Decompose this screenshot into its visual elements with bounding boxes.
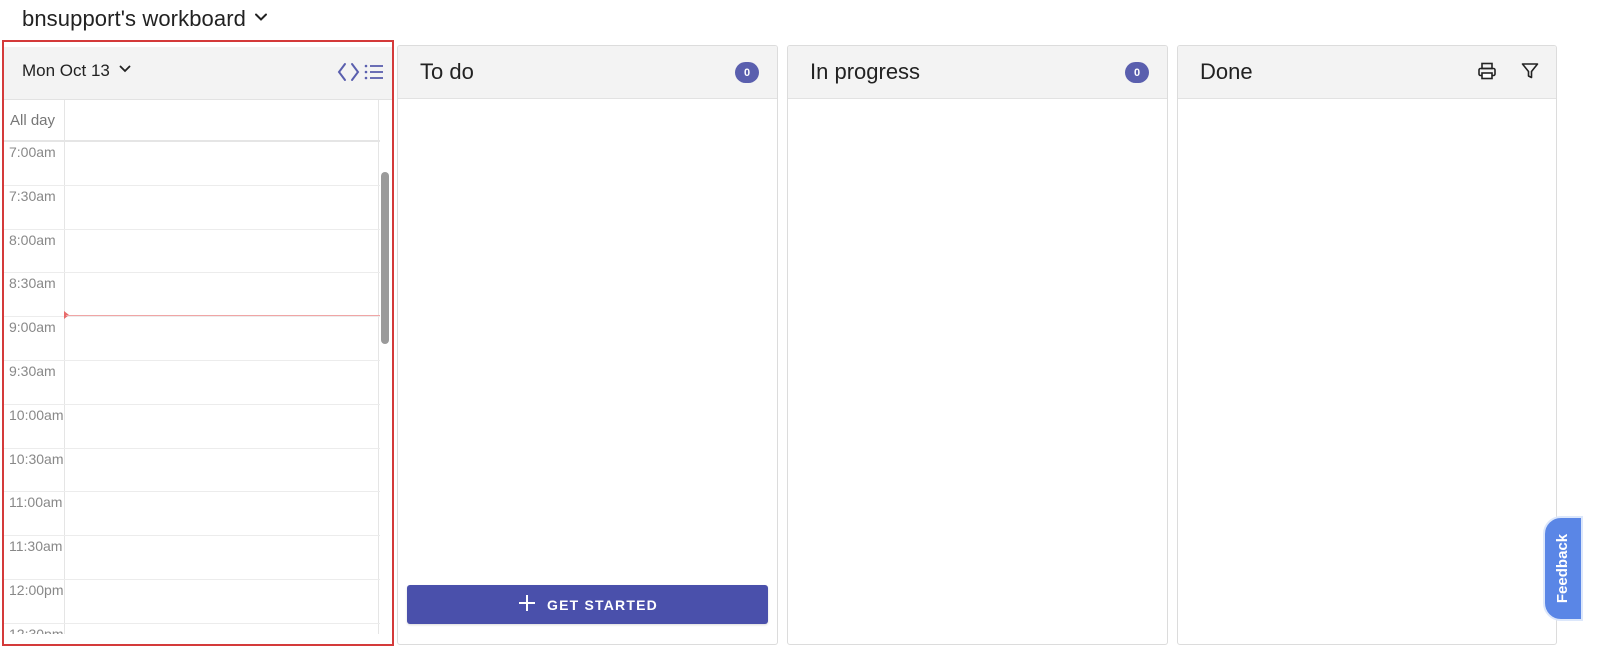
time-slot-cell[interactable]	[64, 317, 380, 360]
workboard-title: bnsupport's workboard	[22, 6, 246, 31]
time-slot-label: 8:00am	[9, 231, 56, 248]
time-slot-row: 7:30am	[4, 186, 380, 230]
column-title: To do	[420, 59, 474, 84]
time-slot-cell[interactable]	[64, 449, 380, 492]
time-slot-cell[interactable]	[64, 186, 380, 229]
time-slot-label: 10:00am	[9, 406, 64, 423]
column-title: Done	[1200, 59, 1253, 84]
count-badge: 0	[1125, 62, 1149, 83]
time-slot-row: 11:00am	[4, 492, 380, 537]
time-slot-row: 10:00am	[4, 405, 380, 449]
time-slot-row: 10:30am	[4, 449, 380, 493]
calendar-scrollbar[interactable]	[381, 172, 389, 352]
time-slot-row: 8:00am	[4, 230, 380, 274]
time-slot-row: 9:00am	[4, 317, 380, 361]
time-slot-row: 8:30am	[4, 273, 380, 318]
time-slot-row: 9:30am	[4, 361, 380, 405]
time-slot-label: 7:00am	[9, 144, 56, 160]
print-icon	[1477, 61, 1497, 86]
column-title: In progress	[810, 59, 921, 84]
time-slot-label: 11:00am	[9, 494, 63, 511]
get-started-button[interactable]: GET STARTED	[407, 585, 768, 624]
time-slots: 7:00am 7:30am 8:00am 8:30am 9:00am 9:30am 10:0…	[4, 142, 380, 634]
time-slot-cell[interactable]	[64, 492, 380, 535]
next-day-button[interactable]	[349, 61, 361, 88]
time-slot-label: 8:30am	[9, 275, 56, 292]
time-slot-cell[interactable]	[64, 536, 380, 579]
list-icon	[363, 61, 385, 88]
chevron-right-icon	[349, 61, 361, 88]
time-slot-row: 12:30pm	[4, 624, 380, 634]
print-button[interactable]	[1476, 62, 1498, 84]
count-badge: 0	[735, 62, 759, 83]
scrollbar-thumb[interactable]	[381, 172, 389, 344]
time-slot-row: 11:30am	[4, 536, 380, 580]
list-view-button[interactable]	[363, 61, 385, 88]
time-slot-label: 9:30am	[9, 362, 56, 379]
chevron-down-icon	[252, 6, 270, 32]
column-todo: To do 0	[397, 45, 778, 645]
time-slot-label: 7:30am	[9, 187, 56, 204]
time-slot-label: 10:30am	[9, 450, 64, 467]
time-slot-cell[interactable]	[64, 142, 380, 185]
workboard-title-dropdown[interactable]: bnsupport's workboard	[22, 4, 270, 34]
time-slot-label: 11:30am	[9, 538, 63, 555]
time-slot-label: 12:00pm	[9, 581, 64, 598]
all-day-label: All day	[10, 112, 56, 129]
time-slot-cell[interactable]	[64, 230, 380, 273]
filter-button[interactable]	[1519, 62, 1541, 84]
calendar-panel: Mon Oct 13 All day 7:00am 7:30am 8:00am …	[2, 40, 394, 646]
time-slot-label: 9:00am	[9, 319, 56, 336]
time-slot-cell[interactable]	[64, 624, 380, 634]
column-done: Done	[1177, 45, 1557, 645]
plus-icon	[517, 593, 537, 616]
date-selector[interactable]: Mon Oct 13	[22, 61, 132, 81]
column-header-done: Done	[1178, 46, 1556, 99]
time-slot-cell[interactable]	[64, 273, 380, 316]
time-slot-label: 12:30pm	[9, 625, 64, 634]
calendar-day-grid: All day 7:00am 7:30am 8:00am 8:30am 9:00am 9:…	[4, 100, 392, 634]
column-header-in-progress: In progress 0	[788, 46, 1167, 99]
prev-day-button[interactable]	[336, 61, 348, 88]
column-in-progress: In progress 0	[787, 45, 1168, 645]
calendar-header: Mon Oct 13	[4, 47, 392, 100]
chevron-down-icon	[118, 61, 132, 81]
time-slot-cell[interactable]	[64, 361, 380, 404]
time-slot-row: 7:00am	[4, 142, 380, 186]
feedback-label: Feedback	[1554, 533, 1572, 604]
time-slot-cell[interactable]	[64, 580, 380, 623]
all-day-row[interactable]: All day	[4, 100, 380, 142]
get-started-label: GET STARTED	[547, 596, 658, 613]
filter-icon	[1520, 61, 1540, 86]
time-slot-row: 12:00pm	[4, 580, 380, 624]
column-header-todo: To do 0	[398, 46, 777, 99]
date-label: Mon Oct 13	[22, 61, 110, 80]
current-time-line	[66, 315, 380, 316]
chevron-left-icon	[336, 61, 348, 88]
feedback-tab[interactable]: Feedback	[1543, 516, 1583, 621]
time-slot-cell[interactable]	[64, 405, 380, 448]
